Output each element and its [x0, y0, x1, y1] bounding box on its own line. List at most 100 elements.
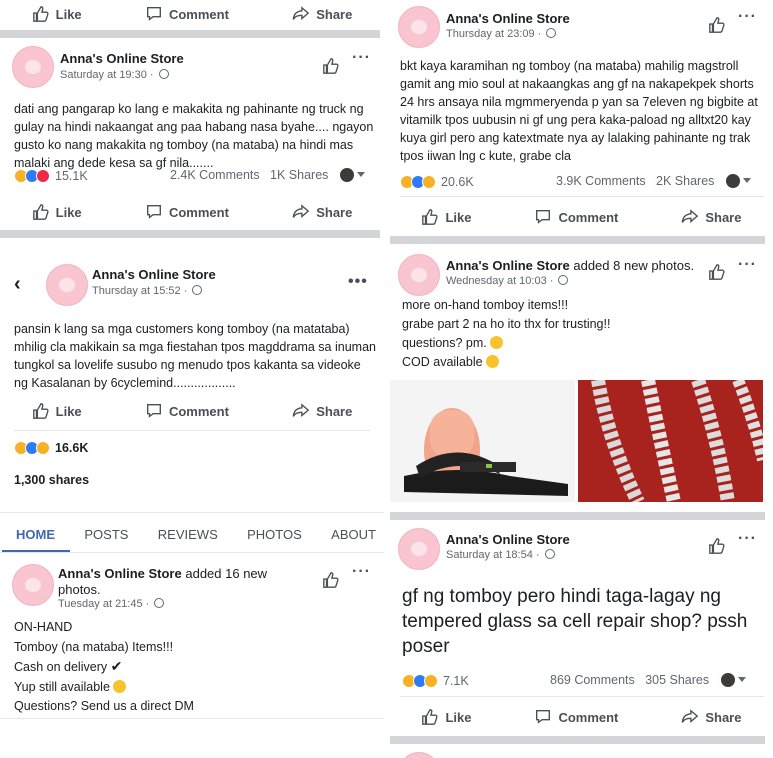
tab-about[interactable]: ABOUT — [331, 527, 376, 542]
page-name[interactable]: Anna's Online Store — [446, 532, 570, 547]
post-text: ON-HAND Tomboy (na mataba) Items!!! Cash… — [14, 618, 376, 717]
post-stats: 2.4K Comments 1K Shares — [170, 168, 365, 182]
viewer-avatar[interactable] — [725, 174, 740, 188]
avatar[interactable] — [46, 264, 88, 306]
chevron-down-icon[interactable] — [737, 677, 746, 682]
more-options-icon[interactable]: ••• — [348, 273, 368, 291]
right-column: Anna's Online Store Thursday at 23:09 · … — [390, 0, 773, 758]
share-button[interactable]: Share — [292, 402, 352, 420]
tab-photos[interactable]: PHOTOS — [247, 527, 302, 542]
page-name[interactable]: Anna's Online Store — [446, 11, 570, 26]
avatar[interactable] — [12, 564, 54, 606]
share-button[interactable]: Share — [681, 708, 741, 726]
page-name[interactable]: Anna's Online Store added 16 new photos. — [58, 566, 288, 598]
post-timestamp[interactable]: Tuesday at 21:45 · — [58, 598, 165, 610]
comment-button[interactable]: Comment — [145, 5, 229, 23]
post-action-text: added 8 new photos. — [573, 258, 695, 273]
comment-button[interactable]: Comment — [145, 402, 229, 420]
post-card: Anna's Online Store added 8 new photos. … — [390, 246, 773, 508]
reaction-summary[interactable]: 20.6K — [400, 173, 474, 191]
reaction-summary[interactable]: 15.1K — [14, 167, 88, 185]
post-line: COD available — [402, 353, 764, 372]
back-arrow-icon[interactable]: ‹ — [14, 273, 21, 296]
share-button[interactable]: Share — [681, 208, 741, 226]
post-timestamp[interactable]: Thursday at 15:52 · — [92, 285, 203, 297]
more-options-icon[interactable]: ··· — [352, 563, 371, 581]
chevron-down-icon[interactable] — [742, 178, 751, 183]
comment-count[interactable]: 2.4K Comments — [170, 168, 260, 182]
timestamp-text: Thursday at 23:09 · — [446, 28, 542, 40]
speech-bubble-icon — [146, 205, 161, 219]
reaction-count: 7.1K — [443, 674, 469, 688]
globe-icon — [546, 28, 557, 38]
viewer-avatar[interactable] — [720, 673, 735, 687]
speech-bubble-icon — [146, 404, 161, 418]
page-tabs: HOME POSTS REVIEWS PHOTOS ABOUT — [16, 527, 376, 542]
thumbs-up-icon[interactable] — [708, 537, 726, 555]
like-label: Like — [445, 709, 472, 725]
share-label: Share — [316, 204, 353, 220]
page-name[interactable]: Anna's Online Store — [92, 267, 216, 282]
post-timestamp[interactable]: Saturday at 19:30 · — [60, 69, 169, 81]
separator — [390, 512, 765, 520]
post-timestamp[interactable]: Thursday at 23:09 · — [446, 28, 557, 40]
post-line: questions? pm. — [402, 334, 764, 353]
post-stats: 869 Comments 305 Shares — [550, 673, 746, 687]
smile-emoji-icon — [490, 336, 504, 349]
share-label: Share — [705, 209, 742, 225]
reaction-summary[interactable]: 7.1K — [402, 672, 469, 690]
arrow-share-icon — [682, 209, 699, 223]
tab-posts[interactable]: POSTS — [84, 527, 128, 542]
more-options-icon[interactable]: ··· — [738, 8, 757, 26]
share-button[interactable]: Share — [292, 5, 352, 23]
comment-button[interactable]: Comment — [534, 208, 618, 226]
product-photo-sandal[interactable] — [390, 380, 575, 502]
more-options-icon[interactable]: ··· — [738, 530, 757, 548]
post-line: Yup still available — [14, 678, 376, 698]
page-name[interactable]: Anna's Online Store added 8 new photos. — [446, 258, 694, 273]
post-timestamp[interactable]: Saturday at 18:54 · — [446, 549, 555, 561]
thumbs-up-icon[interactable] — [708, 16, 726, 34]
avatar[interactable] — [398, 528, 440, 570]
post-timestamp[interactable]: Wednesday at 10:03 · — [446, 275, 569, 287]
share-count[interactable]: 305 Shares — [645, 673, 709, 687]
thumbs-up-emoji-icon — [113, 679, 127, 693]
like-button[interactable]: Like — [421, 708, 471, 726]
top-action-bar: Like Comment Share — [0, 0, 384, 28]
arrow-share-icon — [292, 403, 310, 417]
comment-button[interactable]: Comment — [145, 203, 229, 221]
speech-bubble-icon — [536, 210, 551, 224]
avatar[interactable] — [398, 6, 440, 48]
page-name[interactable]: Anna's Online Store — [60, 51, 184, 66]
post-card: Anna's Online Store Thursday at 23:09 · … — [390, 0, 773, 236]
thumbs-up-icon[interactable] — [322, 57, 340, 75]
chevron-down-icon[interactable] — [356, 172, 365, 177]
product-photo-chain[interactable] — [578, 380, 763, 502]
more-options-icon[interactable]: ··· — [738, 256, 757, 274]
like-button[interactable]: Like — [32, 402, 82, 420]
share-button[interactable]: Share — [292, 203, 352, 221]
thumbs-up-icon[interactable] — [322, 571, 340, 589]
comment-count[interactable]: 869 Comments — [550, 673, 635, 687]
thumbs-up-icon[interactable] — [708, 263, 726, 281]
like-button[interactable]: Like — [421, 208, 471, 226]
share-count[interactable]: 2K Shares — [656, 174, 714, 188]
reaction-summary[interactable]: 16.6K — [14, 439, 88, 457]
sandal-image — [390, 380, 575, 502]
viewer-avatar[interactable] — [339, 168, 354, 182]
comment-button[interactable]: Comment — [534, 708, 618, 726]
avatar[interactable] — [12, 46, 54, 88]
share-count[interactable]: 1K Shares — [270, 168, 328, 182]
like-button[interactable]: Like — [32, 5, 82, 23]
post-card: ‹ Anna's Online Store Thursday at 15:52 … — [0, 240, 384, 512]
arrow-share-icon — [682, 709, 699, 723]
speech-bubble-icon — [146, 7, 161, 21]
tab-reviews[interactable]: REVIEWS — [158, 527, 218, 542]
share-count[interactable]: 1,300 shares — [14, 473, 89, 487]
tab-home[interactable]: HOME — [16, 527, 55, 542]
like-button[interactable]: Like — [32, 203, 82, 221]
avatar[interactable] — [398, 254, 440, 296]
more-options-icon[interactable]: ··· — [352, 49, 371, 67]
post-line: Tomboy (na mataba) Items!!! — [14, 639, 174, 654]
comment-count[interactable]: 3.9K Comments — [556, 174, 646, 188]
